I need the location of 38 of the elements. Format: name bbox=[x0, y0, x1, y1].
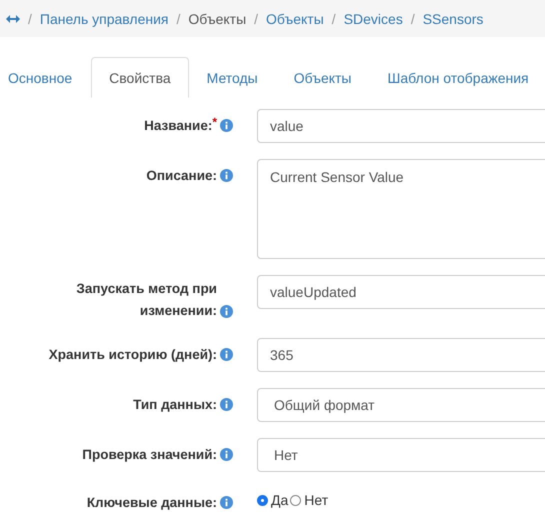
breadcrumb-link[interactable]: Объекты bbox=[266, 10, 324, 26]
resize-arrows-icon[interactable] bbox=[6, 14, 20, 22]
tab[interactable]: Методы bbox=[188, 57, 276, 98]
breadcrumb-separator: / bbox=[410, 10, 415, 26]
breadcrumb-separator: / bbox=[332, 10, 336, 26]
required-mark: * bbox=[212, 115, 217, 129]
field-label: Тип данных: bbox=[133, 396, 217, 414]
breadcrumb-link[interactable]: SDevices bbox=[344, 10, 403, 26]
page-location-text: Объекты bbox=[188, 10, 246, 26]
info-icon[interactable] bbox=[220, 496, 233, 509]
info-icon[interactable] bbox=[220, 119, 233, 132]
select-field[interactable]: Общий формат bbox=[257, 388, 545, 422]
field-label: Название: bbox=[144, 117, 212, 135]
info-icon[interactable] bbox=[220, 305, 233, 318]
breadcrumb-link[interactable]: Панель управления bbox=[40, 10, 169, 26]
radio-label: Да bbox=[271, 492, 288, 508]
text-field[interactable]: 365 bbox=[257, 338, 545, 372]
info-icon[interactable] bbox=[220, 169, 233, 182]
info-icon[interactable] bbox=[220, 348, 233, 361]
info-icon[interactable] bbox=[220, 398, 233, 411]
breadcrumb-separator: / bbox=[176, 10, 180, 26]
breadcrumb-separator: / bbox=[254, 10, 258, 26]
text-field[interactable]: value bbox=[257, 109, 545, 143]
info-icon[interactable] bbox=[220, 448, 233, 461]
field-label: Ключевые данные: bbox=[86, 494, 217, 512]
field-label: Проверка значений: bbox=[82, 446, 217, 464]
field-label: Запускать метод при изменении: bbox=[75, 280, 217, 320]
textarea-field[interactable]: Current Sensor Value bbox=[257, 159, 545, 259]
field-label: Хранить историю (дней): bbox=[48, 346, 217, 364]
field-label: Описание: bbox=[146, 167, 217, 185]
breadcrumb-link[interactable]: SSensors bbox=[422, 10, 484, 26]
select-field[interactable]: Нет bbox=[257, 438, 545, 472]
radio-label: Нет bbox=[304, 492, 328, 508]
breadcrumb-separator: / bbox=[28, 10, 32, 26]
text-field[interactable]: valueUpdated bbox=[257, 275, 545, 309]
radio-button[interactable] bbox=[290, 494, 302, 506]
radio-button[interactable] bbox=[257, 494, 268, 506]
tab[interactable]: Свойства bbox=[91, 57, 189, 98]
